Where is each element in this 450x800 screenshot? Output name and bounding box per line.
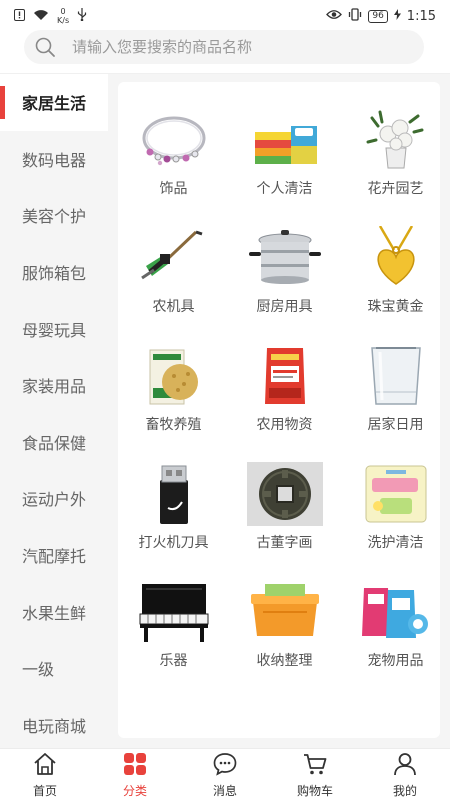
subcategory-label: 花卉园艺 (367, 181, 424, 197)
pet-food-icon (358, 580, 434, 644)
sidebar-item-sports-outdoor[interactable]: 运动户外 (0, 470, 108, 527)
hedge-trimmer-icon (136, 226, 212, 290)
tab-label: 消息 (212, 783, 237, 798)
subcategory-item[interactable]: 乐器 (118, 580, 229, 698)
subcategory-item[interactable]: 居家日用 (340, 344, 450, 462)
wifi-icon (33, 9, 49, 24)
subcategory-label: 古董字画 (256, 535, 313, 551)
piano-icon (136, 580, 212, 644)
category-content: 饰品 个人清洁 花卉园艺 农机具 厨房用具 珠宝黄金 畜牧养殖 农用物资 居家日… (108, 74, 450, 748)
sidebar-item-fruit-fresh[interactable]: 水果生鲜 (0, 583, 108, 640)
clock: 1:15 (406, 8, 436, 24)
subcategory-item[interactable]: 洗护清洁 (340, 462, 450, 580)
user-icon (392, 751, 418, 781)
tab-cart[interactable]: 购物车 (270, 749, 360, 800)
bracelet-icon (136, 108, 212, 172)
subcategory-item[interactable]: 农机具 (118, 226, 229, 344)
battery-indicator: 96 (368, 9, 388, 23)
subcategory-label: 乐器 (159, 653, 188, 669)
subcategory-item[interactable]: 珠宝黄金 (340, 226, 450, 344)
subcategory-item[interactable]: 古董字画 (229, 462, 340, 580)
speed-value: 0 (60, 7, 66, 16)
eye-icon (326, 9, 343, 24)
network-speed: 0 K/s (57, 7, 69, 25)
home-icon (32, 751, 58, 781)
tab-label: 我的 (392, 783, 417, 798)
subcategory-label: 收纳整理 (256, 653, 313, 669)
subcategory-label: 农机具 (152, 299, 195, 315)
sidebar-item-game-mall[interactable]: 电玩商城 (0, 697, 108, 754)
gold-heart-pendant-icon (358, 226, 434, 290)
subcategory-label: 居家日用 (367, 417, 424, 433)
subcategory-label: 畜牧养殖 (145, 417, 202, 433)
sidebar-item-beauty-care[interactable]: 美容个护 (0, 187, 108, 244)
sidebar-item-baby-toys[interactable]: 母婴玩具 (0, 300, 108, 357)
vibrate-icon (348, 7, 362, 25)
search-icon (34, 36, 56, 58)
subcategory-item[interactable]: 个人清洁 (229, 108, 340, 226)
sidebar-item-food-health[interactable]: 食品保健 (0, 414, 108, 471)
subcategory-item[interactable]: 宠物用品 (340, 580, 450, 698)
subcategory-item[interactable]: 花卉园艺 (340, 108, 450, 226)
search-input[interactable] (72, 38, 392, 56)
category-sidebar: 家居生活 数码电器 美容个护 服饰箱包 母婴玩具 家装用品 食品保健 运动户外 … (0, 74, 108, 748)
tab-label: 首页 (32, 783, 57, 798)
flower-pot-icon (358, 108, 434, 172)
subcategory-item[interactable]: 厨房用具 (229, 226, 340, 344)
subcategory-item[interactable]: 收纳整理 (229, 580, 340, 698)
sidebar-item-home-decor[interactable]: 家装用品 (0, 357, 108, 414)
subcategory-label: 厨房用具 (256, 299, 313, 315)
speed-unit: K/s (57, 16, 70, 25)
sidebar-item-home-living[interactable]: 家居生活 (0, 74, 108, 131)
charging-icon (393, 8, 401, 24)
sidebar-item-digital-appliances[interactable]: 数码电器 (0, 131, 108, 188)
sidebar-item-auto-moto[interactable]: 汽配摩托 (0, 527, 108, 584)
message-bubble-icon (212, 751, 238, 781)
subcategory-item[interactable]: 畜牧养殖 (118, 344, 229, 462)
status-bar: 0 K/s 96 1:15 (0, 0, 450, 32)
fertilizer-bag-icon (247, 344, 323, 408)
lighter-icon (136, 462, 212, 526)
subcategory-item[interactable]: 农用物资 (229, 344, 340, 462)
ancient-coin-icon (246, 462, 323, 526)
subcategory-panel: 饰品 个人清洁 花卉园艺 农机具 厨房用具 珠宝黄金 畜牧养殖 农用物资 居家日… (118, 82, 440, 738)
subcategory-label: 宠物用品 (367, 653, 424, 669)
search-bar[interactable] (24, 30, 424, 64)
tab-category[interactable]: 分类 (90, 749, 180, 800)
subcategory-label: 个人清洁 (256, 181, 313, 197)
sponges-icon (247, 108, 323, 172)
category-grid-icon (122, 751, 148, 781)
glass-vase-icon (358, 344, 434, 408)
bottom-tab-bar: 首页 分类 消息 购物车 我的 (0, 748, 450, 800)
cart-icon (302, 751, 328, 781)
subcategory-item[interactable]: 打火机刀具 (118, 462, 229, 580)
tab-home[interactable]: 首页 (0, 749, 90, 800)
subcategory-grid: 饰品 个人清洁 花卉园艺 农机具 厨房用具 珠宝黄金 畜牧养殖 农用物资 居家日… (118, 108, 440, 698)
subcategory-label: 洗护清洁 (367, 535, 424, 551)
tab-label: 购物车 (296, 783, 333, 798)
sidebar-item-level-one[interactable]: 一级 (0, 640, 108, 697)
tissue-pack-icon (358, 462, 434, 526)
subcategory-label: 打火机刀具 (138, 535, 209, 551)
subcategory-label: 珠宝黄金 (367, 299, 424, 315)
subcategory-label: 饰品 (159, 181, 188, 197)
usb-icon (77, 8, 87, 24)
tab-label: 分类 (122, 783, 147, 798)
subcategory-label: 农用物资 (256, 417, 313, 433)
tab-mine[interactable]: 我的 (360, 749, 450, 800)
notification-icon (14, 8, 25, 24)
subcategory-item[interactable]: 饰品 (118, 108, 229, 226)
steamer-pot-icon (247, 226, 323, 290)
sidebar-item-apparel-bags[interactable]: 服饰箱包 (0, 244, 108, 301)
storage-box-icon (247, 580, 323, 644)
tab-messages[interactable]: 消息 (180, 749, 270, 800)
feed-bag-icon (136, 344, 212, 408)
